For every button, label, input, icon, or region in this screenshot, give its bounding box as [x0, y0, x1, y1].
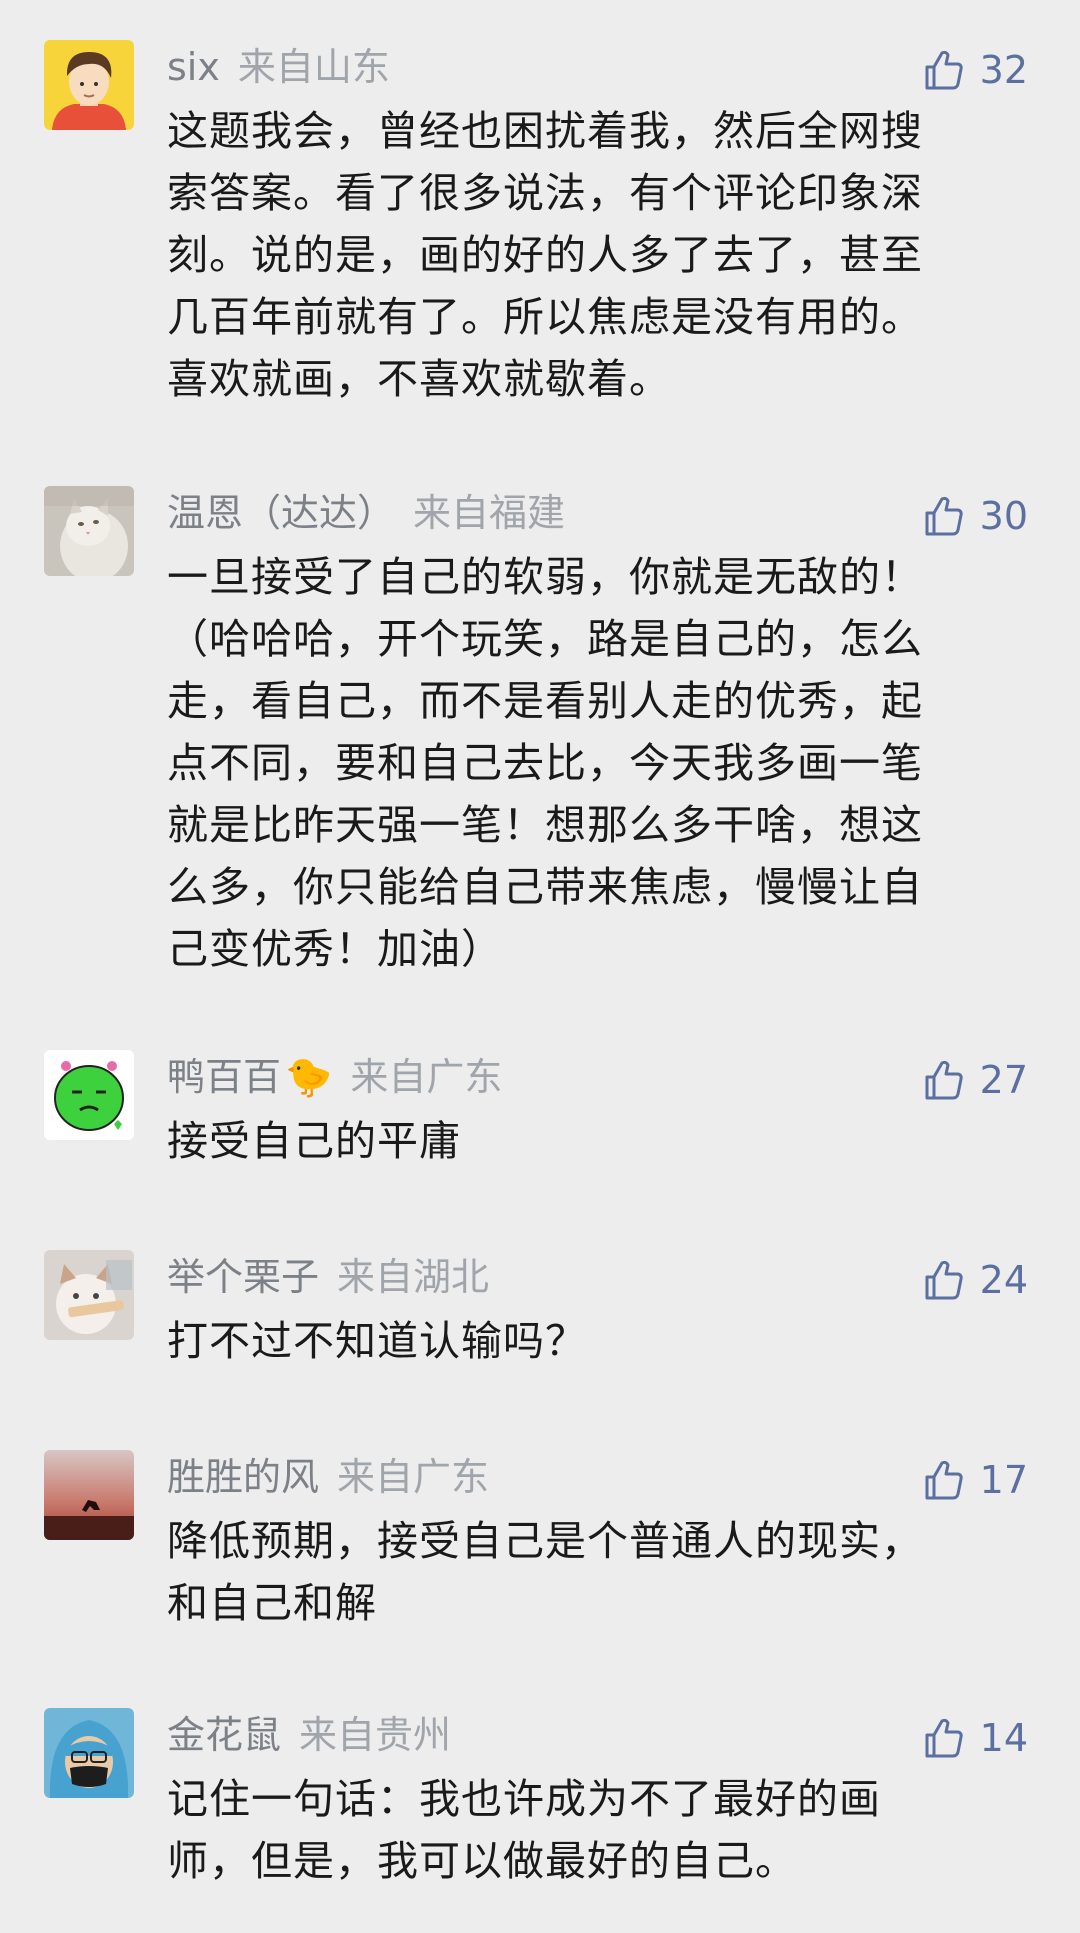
username[interactable]: six	[167, 45, 220, 89]
like-button[interactable]: 14	[924, 1710, 1028, 1766]
thumbs-up-icon	[925, 1260, 963, 1300]
comment-header: 鸭百百 🐤 来自广东	[167, 1052, 502, 1102]
chick-emoji-icon: 🐤	[285, 1055, 333, 1099]
avatar[interactable]	[44, 1050, 134, 1140]
comment-header: six 来自山东	[167, 42, 390, 92]
comment-text: 降低预期，接受自己是个普通人的现实， 和自己和解	[167, 1510, 1007, 1634]
username[interactable]: 举个栗子	[167, 1255, 319, 1299]
comment-text: 记住一句话：我也许成为不了最好的画 师，但是，我可以做最好的自己。	[167, 1768, 1007, 1892]
comment-line: （哈哈哈，开个玩笑，路是自己的，怎么	[167, 615, 923, 663]
comment-line: 记住一句话：我也许成为不了最好的画	[167, 1775, 881, 1823]
comment-text: 打不过不知道认输吗？	[167, 1310, 1007, 1372]
like-count: 32	[979, 48, 1028, 92]
username[interactable]: 温恩（达达）	[167, 491, 395, 535]
thumbs-up-icon	[925, 1460, 963, 1500]
comment-line: 接受自己的平庸	[167, 1117, 461, 1165]
avatar[interactable]	[44, 1250, 134, 1340]
like-count: 27	[979, 1058, 1028, 1102]
location-label: 来自广东	[350, 1055, 503, 1099]
thumbs-up-icon	[925, 1718, 963, 1758]
comment-header: 金花鼠 来自贵州	[167, 1710, 451, 1760]
avatar[interactable]	[44, 1708, 134, 1798]
thumbs-up-icon	[925, 50, 963, 90]
username[interactable]: 金花鼠	[167, 1713, 281, 1757]
comment-header: 温恩（达达） 来自福建	[167, 488, 565, 538]
avatar[interactable]	[44, 40, 134, 130]
like-count: 30	[979, 494, 1028, 538]
like-button[interactable]: 27	[924, 1052, 1028, 1108]
like-count: 17	[979, 1458, 1028, 1502]
comment-line: 刻。说的是，画的好的人多了去了，甚至	[167, 231, 923, 279]
comment-line: 一旦接受了自己的软弱，你就是无敌的！	[167, 553, 923, 601]
comment-header: 举个栗子 来自湖北	[167, 1252, 489, 1302]
location-label: 来自山东	[237, 45, 390, 89]
like-count: 24	[979, 1258, 1028, 1302]
comment-line: 就是比昨天强一笔！想那么多干啥，想这	[167, 801, 923, 849]
username[interactable]: 胜胜的风	[167, 1455, 319, 1499]
comment-line: 师，但是，我可以做最好的自己。	[167, 1837, 797, 1885]
comment-line: 这题我会，曾经也困扰着我，然后全网搜	[167, 107, 923, 155]
comment-line: 喜欢就画，不喜欢就歇着。	[167, 355, 671, 403]
like-button[interactable]: 17	[924, 1452, 1028, 1508]
like-count: 14	[979, 1716, 1028, 1760]
comment-line: 么多，你只能给自己带来焦虑，慢慢让自	[167, 863, 923, 911]
comment-text: 接受自己的平庸	[167, 1110, 1007, 1172]
comment-header: 胜胜的风 来自广东	[167, 1452, 489, 1502]
comment-line: 降低预期，接受自己是个普通人的现实，	[167, 1517, 923, 1565]
like-button[interactable]: 24	[924, 1252, 1028, 1308]
location-label: 来自湖北	[337, 1255, 490, 1299]
comment-line: 打不过不知道认输吗？	[167, 1317, 587, 1365]
avatar[interactable]	[44, 1450, 134, 1540]
like-button[interactable]: 30	[924, 488, 1028, 544]
comment-line: 几百年前就有了。所以焦虑是没有用的。	[167, 293, 923, 341]
location-label: 来自福建	[413, 491, 566, 535]
avatar[interactable]	[44, 486, 134, 576]
comment-line: 己变优秀！加油）	[167, 925, 503, 973]
comment-line: 点不同，要和自己去比，今天我多画一笔	[167, 739, 923, 787]
thumbs-up-icon	[925, 1060, 963, 1100]
comment-line: 索答案。看了很多说法，有个评论印象深	[167, 169, 923, 217]
location-label: 来自贵州	[299, 1713, 452, 1757]
comment-line: 走，看自己，而不是看别人走的优秀，起	[167, 677, 923, 725]
thumbs-up-icon	[925, 496, 963, 536]
comment-line: 和自己和解	[167, 1579, 377, 1627]
location-label: 来自广东	[337, 1455, 490, 1499]
username[interactable]: 鸭百百	[167, 1055, 281, 1099]
like-button[interactable]: 32	[924, 42, 1028, 98]
comment-text: 这题我会，曾经也困扰着我，然后全网搜 索答案。看了很多说法，有个评论印象深 刻。…	[167, 100, 1007, 410]
comment-text: 一旦接受了自己的软弱，你就是无敌的！ （哈哈哈，开个玩笑，路是自己的，怎么 走，…	[167, 546, 1007, 980]
